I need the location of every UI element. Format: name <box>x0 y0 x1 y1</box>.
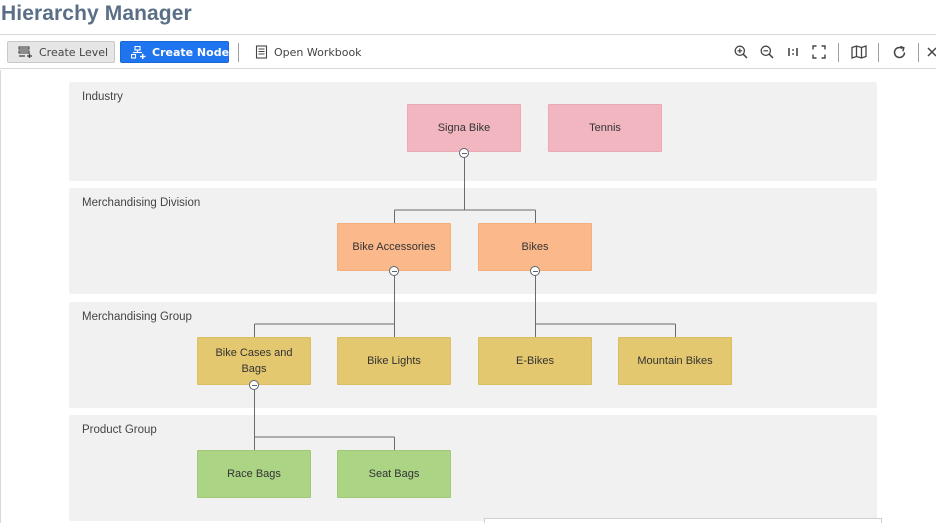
fit-screen-icon[interactable] <box>810 43 828 61</box>
workbook-icon <box>255 45 268 59</box>
page-title: Hierarchy Manager <box>1 2 192 25</box>
bottom-panel <box>484 518 882 523</box>
zoom-in-icon[interactable] <box>732 43 750 61</box>
node-e-bikes[interactable]: E-Bikes <box>478 337 592 385</box>
node-bike-lights[interactable]: Bike Lights <box>337 337 451 385</box>
close-icon[interactable] <box>926 43 936 61</box>
toolbar-divider <box>838 43 839 62</box>
node-label: Race Bags <box>227 468 281 480</box>
node-label: E-Bikes <box>516 355 554 367</box>
node-label: Bike Lights <box>367 355 421 367</box>
node-bike-accessories[interactable]: Bike Accessories <box>337 223 451 271</box>
create-level-label: Create Level <box>39 45 109 59</box>
collapse-toggle-bikes[interactable] <box>530 266 540 276</box>
node-tennis[interactable]: Tennis <box>548 104 662 152</box>
refresh-icon[interactable] <box>890 43 908 61</box>
node-label: Signa Bike <box>437 122 491 134</box>
toolbar: Create Level Create Node Open Workbook <box>0 34 936 69</box>
node-bikes[interactable]: Bikes <box>478 223 592 271</box>
node-race-bags[interactable]: Race Bags <box>197 450 311 498</box>
collapse-toggle-bike-cases-and-bags[interactable] <box>249 380 259 390</box>
node-label: Bikes <box>521 241 549 253</box>
create-node-label: Create Node <box>152 45 230 59</box>
map-icon[interactable] <box>850 43 868 61</box>
open-workbook-button[interactable]: Open Workbook <box>253 41 365 63</box>
toolbar-divider <box>918 43 919 62</box>
create-node-button[interactable]: Create Node <box>120 41 229 63</box>
node-label: Bike Accessories <box>352 241 436 253</box>
open-workbook-label: Open Workbook <box>274 45 362 59</box>
create-level-button[interactable]: Create Level <box>7 41 115 63</box>
node-label: Seat Bags <box>368 468 420 480</box>
collapse-toggle-bike-accessories[interactable] <box>389 266 399 276</box>
hierarchy-canvas[interactable]: Industry Merchandising Division Merchand… <box>0 70 936 523</box>
node-label: Mountain Bikes <box>637 355 713 367</box>
collapse-toggle-signa-bike[interactable] <box>459 148 469 158</box>
toolbar-divider <box>878 43 879 62</box>
node-label: Bike Cases and Bags <box>215 347 293 375</box>
node-bike-cases-and-bags[interactable]: Bike Cases and Bags <box>197 337 311 385</box>
add-level-icon <box>18 46 32 58</box>
node-signa-bike[interactable]: Signa Bike <box>407 104 521 152</box>
add-node-icon <box>131 45 146 59</box>
zoom-out-icon[interactable] <box>758 43 776 61</box>
node-seat-bags[interactable]: Seat Bags <box>337 450 451 498</box>
toolbar-divider <box>238 43 239 62</box>
node-mountain-bikes[interactable]: Mountain Bikes <box>618 337 732 385</box>
node-label: Tennis <box>589 122 621 134</box>
actual-size-icon[interactable] <box>784 43 802 61</box>
